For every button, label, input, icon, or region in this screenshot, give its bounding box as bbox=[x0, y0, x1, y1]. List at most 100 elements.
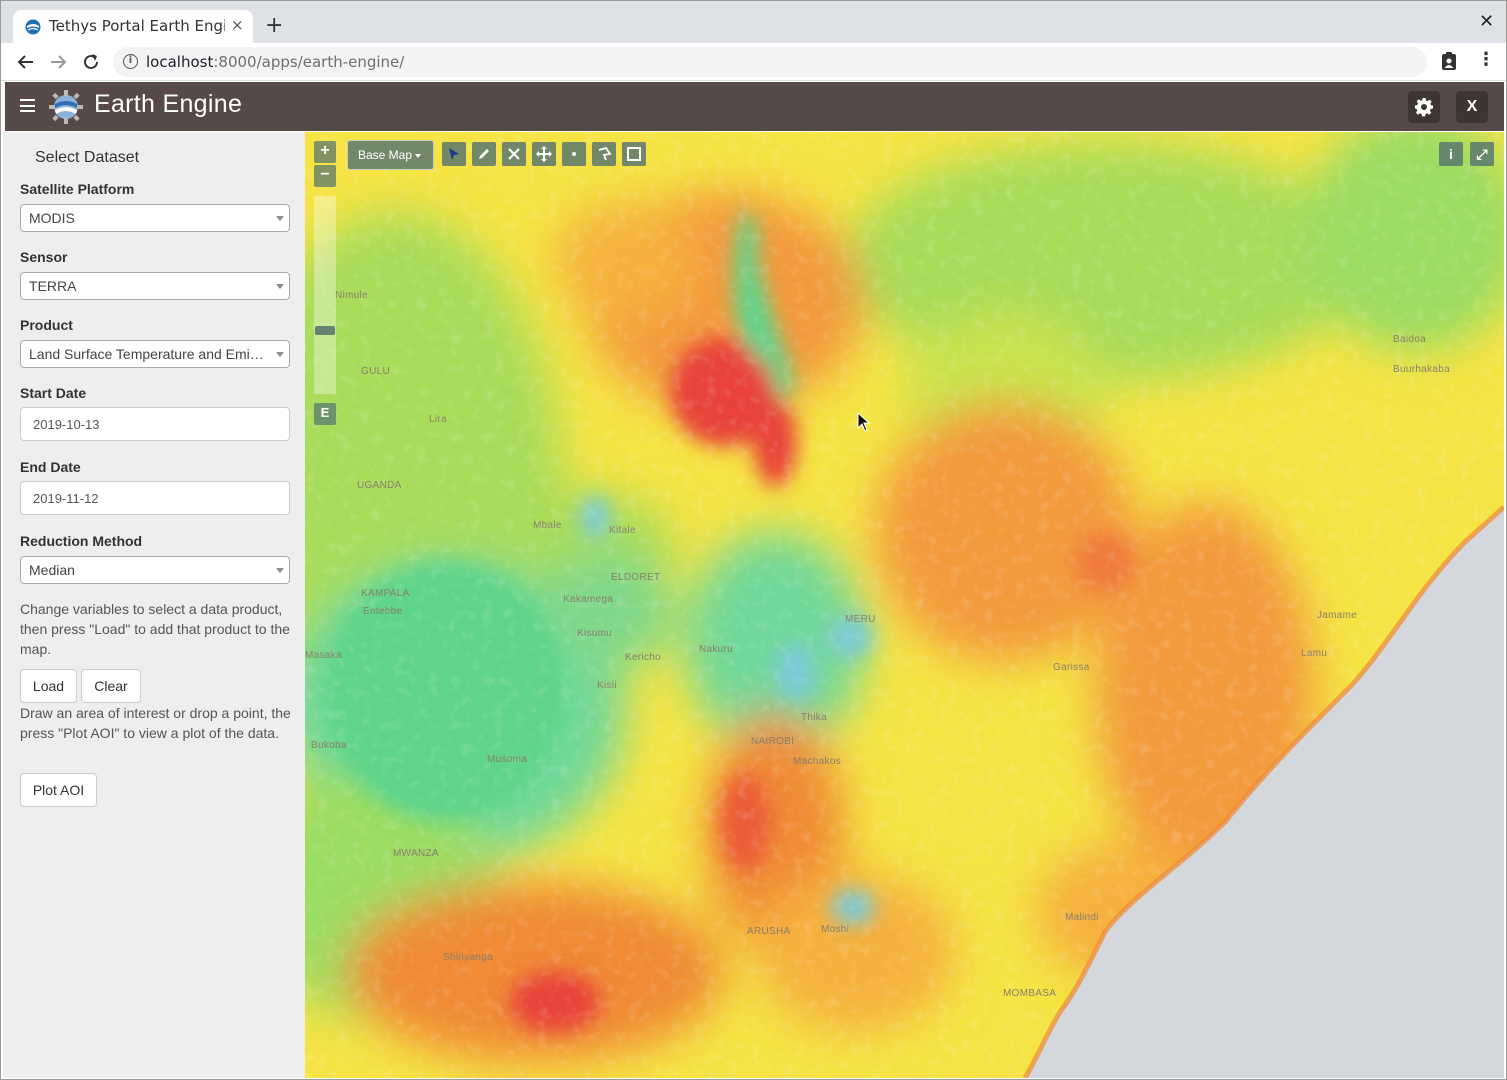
map-place-label: Moshi bbox=[821, 924, 850, 935]
map-place-label: Nimule bbox=[335, 290, 368, 301]
product-select[interactable]: Land Surface Temperature and Emissivity bbox=[20, 340, 290, 368]
url-path: :8000/apps/earth-engine/ bbox=[213, 53, 405, 71]
map-place-label: Lira bbox=[429, 414, 447, 425]
map-place-label: Kitale bbox=[609, 525, 636, 536]
mouse-cursor-icon bbox=[857, 412, 871, 432]
base-map-label: Base Map bbox=[358, 148, 413, 162]
sidebar-title: Select Dataset bbox=[35, 149, 140, 166]
tab-close-icon[interactable]: × bbox=[231, 16, 244, 34]
end-date-input[interactable]: 2019-11-12 bbox=[20, 481, 290, 515]
map-place-label: Malindi bbox=[1065, 912, 1099, 923]
map-place-label: GULU bbox=[361, 366, 390, 377]
map-place-label: ARUSHA bbox=[747, 926, 791, 937]
reduction-select[interactable]: Median bbox=[20, 556, 290, 584]
map-place-label: MOMBASA bbox=[1003, 988, 1057, 999]
sensor-select[interactable]: TERRA bbox=[20, 272, 290, 300]
pencil-icon bbox=[479, 149, 489, 159]
platform-value: MODIS bbox=[29, 210, 75, 226]
zoom-extent-button[interactable]: E bbox=[314, 403, 336, 425]
reduction-label: Reduction Method bbox=[20, 533, 143, 549]
map-place-label: Masaka bbox=[305, 650, 342, 661]
map-place-label: Kericho bbox=[625, 652, 662, 663]
platform-label: Satellite Platform bbox=[20, 181, 135, 197]
forward-icon[interactable] bbox=[47, 51, 69, 73]
caret-down-icon bbox=[415, 153, 422, 158]
map-place-label: ELDORET bbox=[611, 572, 661, 583]
move-tool-button[interactable] bbox=[532, 142, 556, 166]
dropdown-arrow-icon bbox=[276, 216, 284, 221]
delete-x-icon bbox=[508, 148, 520, 160]
map-place-label: Jamame bbox=[1317, 610, 1358, 621]
map-place-label: KAMPALA bbox=[361, 588, 410, 599]
hamburger-menu-icon[interactable] bbox=[20, 99, 35, 112]
browser-menu-icon[interactable]: ⋮ bbox=[1477, 49, 1495, 70]
polygon-icon bbox=[598, 146, 612, 161]
load-button[interactable]: Load bbox=[20, 669, 77, 703]
tab-strip: Tethys Portal Earth Engine × + ✕ bbox=[1, 1, 1506, 44]
delete-tool-button[interactable] bbox=[502, 142, 526, 166]
map-place-label: Buurhakaba bbox=[1393, 364, 1450, 375]
platform-select[interactable]: MODIS bbox=[20, 204, 290, 232]
sensor-value: TERRA bbox=[29, 278, 77, 294]
tethys-favicon-icon bbox=[25, 19, 41, 35]
map-place-label: Musoma bbox=[487, 754, 528, 765]
tab-title: Tethys Portal Earth Engine bbox=[49, 17, 225, 35]
browser-tab[interactable]: Tethys Portal Earth Engine × bbox=[13, 10, 253, 44]
browser-window: Tethys Portal Earth Engine × + ✕ i local… bbox=[0, 0, 1507, 1080]
product-value: Land Surface Temperature and Emissivity bbox=[29, 346, 265, 362]
clear-button[interactable]: Clear bbox=[81, 669, 141, 703]
app-header: Earth Engine X bbox=[5, 82, 1504, 131]
dropdown-arrow-icon bbox=[276, 568, 284, 573]
map-place-label: Kisii bbox=[597, 680, 617, 691]
load-help-text: Change variables to select a data produc… bbox=[20, 601, 290, 657]
earth-engine-logo-icon bbox=[49, 90, 83, 124]
site-info-icon[interactable]: i bbox=[123, 54, 138, 69]
box-tool-button[interactable] bbox=[622, 142, 646, 166]
fullscreen-button[interactable]: ⤢ bbox=[1470, 142, 1494, 166]
map-place-label: Machakos bbox=[793, 756, 841, 767]
reload-icon[interactable] bbox=[80, 51, 102, 73]
modify-tool-button[interactable] bbox=[472, 142, 496, 166]
profile-icon[interactable] bbox=[1441, 52, 1457, 71]
settings-button[interactable] bbox=[1408, 91, 1440, 123]
polygon-tool-button[interactable] bbox=[592, 142, 616, 166]
map-place-label: Baidoa bbox=[1393, 334, 1426, 345]
exit-app-button[interactable]: X bbox=[1456, 91, 1488, 123]
map-place-label: Entebbe bbox=[363, 606, 403, 617]
plot-aoi-button[interactable]: Plot AOI bbox=[20, 773, 97, 807]
zoom-out-button[interactable]: − bbox=[314, 165, 336, 187]
end-date-label: End Date bbox=[20, 459, 81, 475]
map-place-label: Garissa bbox=[1053, 662, 1090, 673]
start-date-input[interactable]: 2019-10-13 bbox=[20, 407, 290, 441]
start-date-label: Start Date bbox=[20, 385, 87, 401]
map-place-label: Mbale bbox=[533, 520, 562, 531]
point-icon bbox=[572, 152, 576, 156]
dropdown-arrow-icon bbox=[276, 284, 284, 289]
address-bar[interactable]: i localhost:8000/apps/earth-engine/ bbox=[113, 47, 1427, 77]
zoom-slider[interactable] bbox=[314, 196, 336, 394]
dropdown-arrow-icon bbox=[276, 352, 284, 357]
zoom-slider-thumb[interactable] bbox=[315, 326, 335, 335]
sensor-label: Sensor bbox=[20, 249, 68, 265]
new-tab-button[interactable]: + bbox=[265, 13, 283, 39]
url-text: localhost:8000/apps/earth-engine/ bbox=[146, 53, 404, 71]
pointer-tool-button[interactable] bbox=[442, 142, 466, 166]
map-place-label: MWANZA bbox=[393, 848, 439, 859]
box-icon bbox=[627, 147, 641, 161]
map-place-label: Kisumu bbox=[577, 628, 613, 639]
back-icon[interactable] bbox=[15, 51, 37, 73]
map-place-label: Shinyanga bbox=[443, 952, 493, 963]
map-place-label: Lamu bbox=[1301, 648, 1328, 659]
map-place-label: Kakamega bbox=[563, 594, 614, 605]
window-close-button[interactable]: ✕ bbox=[1479, 11, 1494, 32]
zoom-in-button[interactable]: + bbox=[314, 141, 336, 163]
point-tool-button[interactable] bbox=[562, 142, 586, 166]
map-place-label: Bukoba bbox=[311, 740, 347, 751]
move-icon bbox=[536, 146, 552, 162]
base-map-dropdown[interactable]: Base Map bbox=[347, 140, 434, 170]
map-info-button[interactable]: i bbox=[1439, 142, 1463, 166]
pointer-icon bbox=[449, 148, 459, 160]
map-view[interactable]: Nimule GULU Lira UGANDA Mbale Kitale ELD… bbox=[305, 132, 1504, 1078]
app-title: Earth Engine bbox=[94, 90, 243, 118]
plot-help-text: Draw an area of interest or drop a point… bbox=[20, 705, 291, 741]
